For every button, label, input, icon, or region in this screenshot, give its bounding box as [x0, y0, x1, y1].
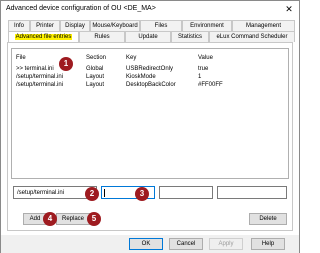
- column-header-value[interactable]: Value: [198, 55, 213, 61]
- callout-badge-5: 5: [87, 212, 101, 226]
- dialog-window: Advanced device configuration of OU <DE_…: [0, 0, 300, 253]
- apply-button[interactable]: Apply: [209, 238, 243, 250]
- cell-key: DesktopBackColor: [126, 82, 176, 88]
- cell-value: #FF00FF: [198, 82, 223, 88]
- column-header-file[interactable]: File: [16, 55, 26, 61]
- tab-statistics[interactable]: Statistics: [171, 31, 209, 42]
- tab-mouse-keyboard[interactable]: Mouse/Keyboard: [90, 20, 140, 31]
- tab-files[interactable]: Files: [140, 20, 182, 31]
- cell-value: 1: [198, 74, 202, 80]
- help-button[interactable]: Help: [251, 238, 285, 250]
- tab-advanced-file-entries-label: Advanced file entries: [14, 34, 73, 40]
- cell-file: /setup/terminal.ini: [16, 74, 64, 80]
- column-header-section[interactable]: Section: [86, 55, 106, 61]
- column-header-key[interactable]: Key: [126, 55, 136, 61]
- cell-file: >> terminal.ini: [16, 66, 54, 72]
- window-title: Advanced device configuration of OU <DE_…: [6, 5, 156, 12]
- tab-management[interactable]: Management: [232, 20, 295, 31]
- ok-button[interactable]: OK: [129, 238, 163, 250]
- cell-value: true: [198, 66, 209, 72]
- key-field[interactable]: [159, 186, 213, 199]
- list-row[interactable]: /setup/terminal.ini Layout DesktopBackCo…: [12, 82, 288, 90]
- file-combobox-value: /setup/terminal.ini: [17, 190, 65, 196]
- cell-section: Layout: [86, 74, 105, 80]
- list-row[interactable]: >> terminal.ini Global USBRedirectOnly t…: [12, 66, 288, 74]
- tab-info[interactable]: Info: [8, 20, 30, 31]
- tab-display[interactable]: Display: [60, 20, 90, 31]
- tab-update[interactable]: Update: [125, 31, 171, 42]
- replace-button[interactable]: Replace: [56, 213, 90, 225]
- tab-elux-command-scheduler[interactable]: eLux Command Scheduler: [209, 31, 295, 42]
- cell-section: Layout: [86, 82, 105, 88]
- list-row[interactable]: /setup/terminal.ini Layout KioskMode 1: [12, 74, 288, 82]
- tab-rules[interactable]: Rules: [79, 31, 125, 42]
- cancel-button[interactable]: Cancel: [169, 238, 203, 250]
- cell-key: KioskMode: [126, 74, 156, 80]
- value-field[interactable]: [217, 186, 287, 199]
- dialog-footer: OK Cancel Apply Help: [1, 235, 299, 253]
- callout-badge-4: 4: [43, 212, 57, 226]
- cell-section: Global: [86, 66, 104, 72]
- text-caret: [104, 189, 105, 197]
- callout-badge-2: 2: [85, 187, 99, 201]
- cell-key: USBRedirectOnly: [126, 66, 174, 72]
- tab-environment[interactable]: Environment: [182, 20, 232, 31]
- close-icon[interactable]: ✕: [283, 3, 295, 15]
- callout-badge-1: 1: [59, 57, 73, 71]
- entries-list[interactable]: File Section Key Value >> terminal.ini G…: [11, 48, 289, 179]
- delete-button[interactable]: Delete: [249, 213, 287, 225]
- callout-badge-3: 3: [135, 187, 149, 201]
- tab-advanced-file-entries[interactable]: Advanced file entries: [8, 31, 79, 42]
- title-bar[interactable]: Advanced device configuration of OU <DE_…: [1, 1, 299, 18]
- cell-file: /setup/terminal.ini: [16, 82, 64, 88]
- tab-printer[interactable]: Printer: [30, 20, 60, 31]
